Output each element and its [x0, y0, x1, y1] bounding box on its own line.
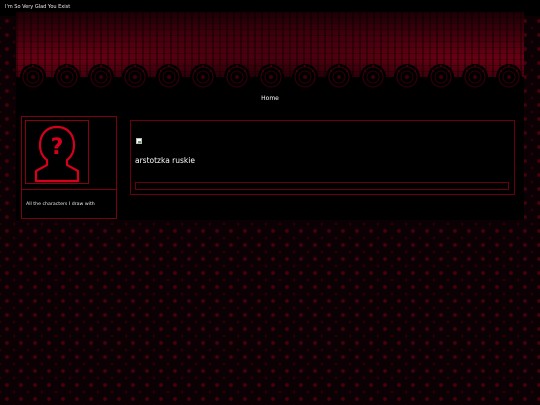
sidebar-divider	[22, 189, 116, 190]
default-avatar-icon: ?	[34, 125, 80, 183]
post-title[interactable]: arstotzka ruskie	[135, 156, 195, 166]
site-title[interactable]: I'm So Very Glad You Exist	[5, 3, 70, 11]
sidebar-card: ? All the characters I draw with	[21, 116, 117, 219]
post-panel: arstotzka ruskie	[130, 120, 515, 195]
sidebar-caption[interactable]: All the characters I draw with	[26, 201, 95, 208]
svg-text:?: ?	[51, 135, 64, 160]
avatar[interactable]: ?	[25, 120, 89, 184]
broken-image-icon[interactable]	[136, 138, 142, 144]
post-footer-bar	[135, 182, 509, 190]
lace-border-decoration	[16, 55, 524, 89]
nav-home-link[interactable]: Home	[258, 95, 282, 103]
